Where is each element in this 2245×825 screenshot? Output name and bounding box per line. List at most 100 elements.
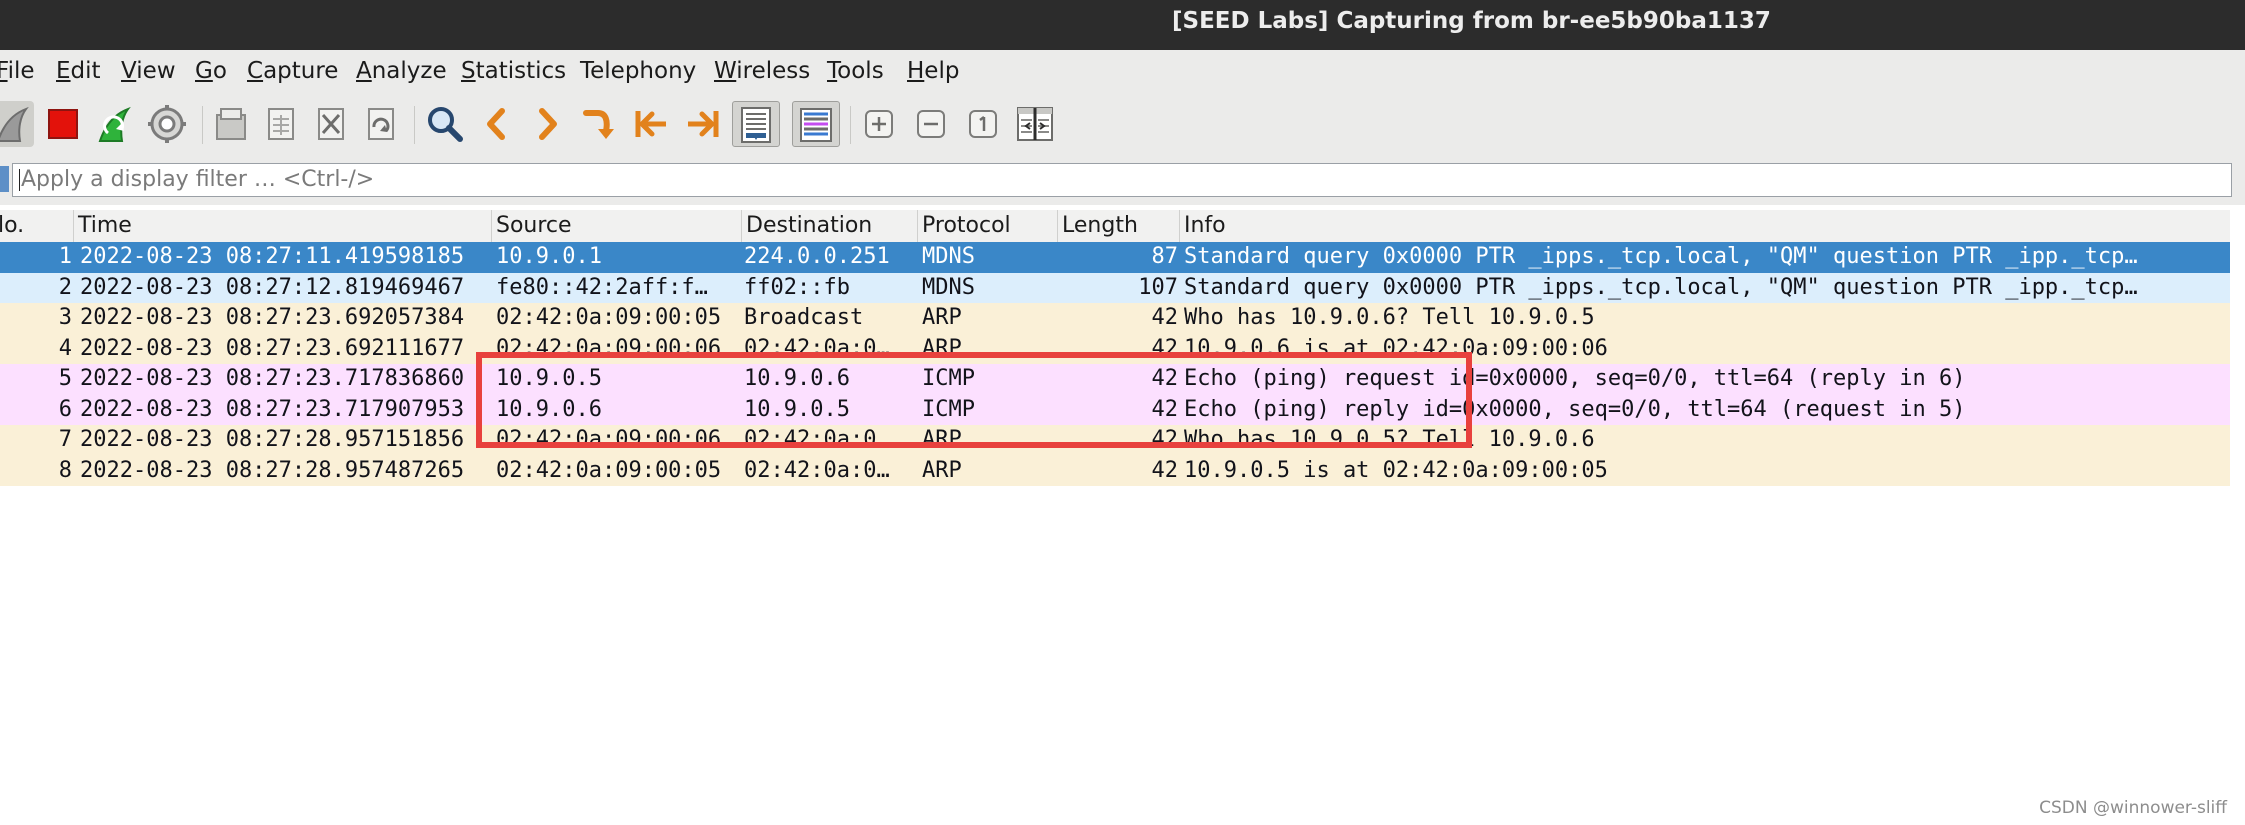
toolbar-separator — [414, 106, 415, 144]
packet-length: 87 — [1151, 244, 1179, 269]
close-file-icon — [318, 108, 344, 140]
zoom-out-button[interactable] — [908, 101, 954, 147]
packet-length: 42 — [1151, 396, 1179, 422]
auto-scroll-button[interactable] — [732, 101, 780, 147]
column-header-info[interactable]: Info — [1180, 210, 2230, 242]
save-file-button[interactable] — [258, 101, 304, 147]
normal-size-icon — [969, 110, 997, 138]
go-first-packet-button[interactable] — [628, 101, 674, 147]
packet-number: 6 — [58, 396, 72, 422]
column-header-time[interactable]: Time — [74, 210, 492, 242]
colorize-button[interactable] — [792, 101, 840, 147]
window-title: [SEED Labs] Capturing from br-ee5b90ba11… — [1172, 8, 1771, 34]
menu-view[interactable]: View — [121, 54, 176, 88]
packet-time: 2022-08-23 08:27:11.419598185 — [80, 244, 465, 269]
window-titlebar: [SEED Labs] Capturing from br-ee5b90ba11… — [0, 0, 2245, 50]
go-back-icon — [487, 108, 505, 140]
display-filter-input[interactable]: Apply a display filter … <Ctrl-/> — [12, 163, 2232, 197]
reload-file-button[interactable] — [358, 101, 404, 147]
packet-info: Who has 10.9.0.6? Tell 10.9.0.5 — [1184, 305, 1595, 330]
packet-info: Echo (ping) reply id=0x0000, seq=0/0, tt… — [1184, 396, 1966, 422]
menu-statistics[interactable]: Statistics — [461, 54, 566, 88]
toolbar-separator — [202, 106, 203, 144]
packet-row[interactable]: 6 2022-08-23 08:27:23.717907953 10.9.0.6 10… — [0, 394, 2230, 425]
packet-row[interactable]: 1 2022-08-23 08:27:11.419598185 10.9.0.1 22… — [0, 242, 2230, 273]
packet-number: 4 — [58, 335, 72, 361]
column-header-destination[interactable]: Destination — [742, 210, 918, 242]
capture-options-button[interactable] — [144, 101, 190, 147]
packet-row[interactable]: 5 2022-08-23 08:27:23.717836860 10.9.0.5 10… — [0, 364, 2230, 395]
resize-columns-button[interactable] — [1012, 101, 1058, 147]
zoom-in-button[interactable] — [856, 101, 902, 147]
column-header-source[interactable]: Source — [492, 210, 742, 242]
go-to-packet-button[interactable] — [576, 101, 622, 147]
resize-columns-icon — [1017, 107, 1053, 141]
menu-go[interactable]: Go — [195, 54, 227, 88]
text-cursor — [19, 169, 20, 191]
stop-capture-icon — [48, 109, 78, 139]
packet-row[interactable]: 8 2022-08-23 08:27:28.957487265 02:42:0a:0… — [0, 455, 2230, 486]
menu-edit[interactable]: Edit — [56, 54, 101, 88]
packet-protocol: ICMP — [922, 396, 975, 422]
packet-time: 2022-08-23 08:27:23.692111677 — [80, 335, 465, 361]
menu-bar: File Edit View Go Capture Analyze Statis… — [0, 50, 2245, 92]
colorize-icon — [800, 108, 832, 142]
packet-destination: ff02::fb — [744, 274, 850, 300]
go-forward-button[interactable] — [524, 101, 570, 147]
filter-bookmark-icon[interactable] — [0, 166, 9, 192]
packet-destination: 02:42:0a:0… — [744, 457, 890, 483]
menu-wireless[interactable]: Wireless — [714, 54, 810, 88]
column-header-length[interactable]: Length — [1058, 210, 1180, 242]
packet-list-header: lo. Time Source Destination Protocol Len… — [0, 210, 2230, 243]
menu-analyze[interactable]: Analyze — [356, 54, 447, 88]
packet-source: 02:42:0a:09:00:06 — [496, 335, 722, 361]
column-header-no[interactable]: lo. — [0, 210, 74, 242]
packet-row[interactable]: 4 2022-08-23 08:27:23.692111677 02:42:0a:0… — [0, 333, 2230, 364]
packet-list: 1 2022-08-23 08:27:11.419598185 10.9.0.1 22… — [0, 242, 2230, 486]
capture-options-icon — [148, 105, 186, 143]
display-filter-bar: Apply a display filter … <Ctrl-/> — [0, 158, 2245, 205]
packet-row[interactable]: 7 2022-08-23 08:27:28.957151856 02:42:0a:0… — [0, 425, 2230, 456]
packet-protocol: ARP — [922, 335, 962, 361]
save-file-icon — [268, 108, 294, 140]
column-header-protocol[interactable]: Protocol — [918, 210, 1058, 242]
menu-file[interactable]: File — [0, 54, 35, 88]
stop-capture-button[interactable] — [40, 101, 86, 147]
packet-destination: 10.9.0.6 — [744, 366, 850, 391]
watermark: CSDN @winnower-sliff — [2039, 798, 2227, 818]
packet-info: Echo (ping) request id=0x0000, seq=0/0, … — [1184, 366, 1966, 391]
find-packet-icon — [428, 107, 463, 142]
packet-number: 2 — [58, 274, 72, 300]
packet-info: Standard query 0x0000 PTR _ipps._tcp.loc… — [1184, 274, 2138, 300]
packet-destination: 02:42:0a:0… — [744, 427, 890, 452]
start-capture-icon — [0, 106, 29, 142]
menu-telephony[interactable]: Telephony — [580, 54, 696, 88]
start-capture-button[interactable] — [0, 101, 34, 147]
packet-time: 2022-08-23 08:27:23.717836860 — [80, 366, 465, 391]
packet-protocol: ICMP — [922, 366, 975, 391]
go-to-packet-icon — [583, 110, 614, 139]
go-back-button[interactable] — [474, 101, 520, 147]
menu-capture[interactable]: Capture — [247, 54, 338, 88]
packet-row[interactable]: 3 2022-08-23 08:27:23.692057384 02:42:0a:0… — [0, 303, 2230, 334]
restart-capture-button[interactable] — [92, 101, 138, 147]
packet-source: 02:42:0a:09:00:05 — [496, 457, 722, 483]
packet-destination: 10.9.0.5 — [744, 396, 850, 422]
packet-number: 7 — [58, 427, 72, 452]
packet-number: 5 — [58, 366, 72, 391]
go-last-packet-button[interactable] — [680, 101, 726, 147]
packet-source: 02:42:0a:09:00:06 — [496, 427, 722, 452]
normal-size-button[interactable] — [960, 101, 1006, 147]
menu-tools[interactable]: Tools — [827, 54, 884, 88]
close-file-button[interactable] — [308, 101, 354, 147]
packet-time: 2022-08-23 08:27:28.957487265 — [80, 457, 465, 483]
menu-help[interactable]: Help — [907, 54, 959, 88]
packet-number: 3 — [58, 305, 72, 330]
packet-protocol: MDNS — [922, 244, 975, 269]
open-file-button[interactable] — [208, 101, 254, 147]
restart-capture-icon — [98, 106, 131, 142]
packet-row[interactable]: 2 2022-08-23 08:27:12.819469467 fe80::42:2… — [0, 272, 2230, 303]
packet-source: 10.9.0.5 — [496, 366, 602, 391]
packet-time: 2022-08-23 08:27:28.957151856 — [80, 427, 465, 452]
find-packet-button[interactable] — [422, 101, 468, 147]
